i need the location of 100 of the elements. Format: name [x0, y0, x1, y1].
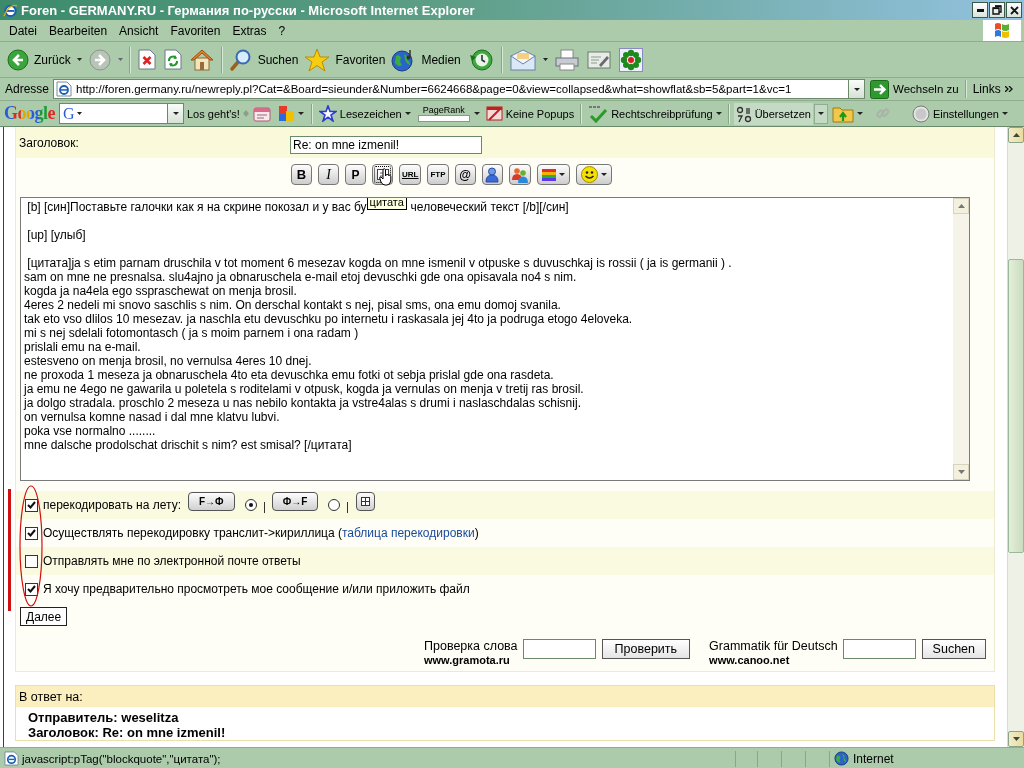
email-button[interactable]: @: [454, 164, 476, 185]
bookmarks-button[interactable]: Lesezeichen: [316, 102, 413, 125]
translate-dropdown-button[interactable]: [813, 103, 828, 124]
color-swatch-icon: [541, 168, 556, 181]
blocked-window-icon: [485, 105, 503, 122]
word-field[interactable]: [842, 639, 916, 659]
pagerank-label: PageRank: [422, 105, 465, 115]
edit-icon: [586, 49, 611, 70]
message-text: mne dalsche prodolschat drischit s nim? est smisal? [/цитата]: [24, 438, 352, 452]
restore-button[interactable]: [989, 2, 1005, 18]
check-button[interactable]: Suchen: [921, 639, 986, 659]
menu-item[interactable]: Extras: [226, 23, 273, 38]
option-label: Я хочу предварительно просмотреть мое сообщение и/или приложить файл: [43, 582, 470, 596]
table-button[interactable]: [356, 492, 376, 511]
search-engine-menu[interactable]: G: [60, 105, 75, 122]
spellcheck-button[interactable]: Rechtschreibprüfung: [586, 102, 724, 125]
menu-item[interactable]: Datei: [3, 23, 43, 38]
search-field[interactable]: G: [59, 103, 184, 124]
person-icon: [485, 166, 500, 183]
google-search-button[interactable]: Los geht's!: [185, 102, 242, 125]
menu-item[interactable]: ?: [272, 23, 292, 38]
scroll-thumb[interactable]: [1008, 259, 1024, 553]
convert-button[interactable]: Ф→F: [271, 492, 319, 511]
textarea-scrollbar[interactable]: [953, 198, 969, 480]
caret-icon: [817, 112, 824, 115]
back-button[interactable]: Zurück: [4, 44, 74, 75]
up-arrow-icon: [1012, 133, 1020, 137]
star-outline-icon: [318, 105, 337, 122]
checkbox[interactable]: [25, 554, 38, 568]
radio-button[interactable]: [328, 499, 341, 511]
message-text: on vernulsa komne nasad i dal mne klatvu lubvi.: [24, 410, 280, 424]
scroll-down-button[interactable]: [1008, 731, 1024, 747]
settings-button[interactable]: Einstellungen: [909, 102, 1010, 125]
message-text: tak eto vso dlilos 10 mesezav. ja naschla etu devuschku po internetu i raskasala jej 4to ja podruga etogo 4eloveka.: [24, 312, 633, 326]
translate-icon: [735, 104, 752, 123]
caret-icon: [473, 112, 480, 115]
popup-blocker-button[interactable]: Keine Popups: [483, 102, 577, 125]
hand-cursor-icon: [379, 168, 392, 186]
caret-icon: [542, 58, 548, 61]
site-address-text: www.canoo.net: [709, 653, 790, 667]
option-label: Осуществлять перекодировку транслит->кириллица (таблица перекодировки): [43, 526, 479, 540]
checkmark-icon: [27, 585, 36, 593]
convert-button[interactable]: F→Ф: [188, 492, 235, 511]
message-text: [цитата]ja s etim parnam druschila v tot moment 6 mesezav kogda on mne ismenil v otpuske s duvuschkaj is rossii ( ja is germanii ) .: [26, 256, 732, 270]
option-label: перекодировать на лету:: [43, 498, 181, 512]
option-label: Отправлять мне по электронной почте ответы: [43, 554, 301, 568]
menu-item[interactable]: Ansicht: [113, 23, 165, 38]
message-text: prislali emu na e-mail.: [24, 340, 141, 354]
google-logo: Google: [4, 103, 55, 124]
message-text: kogda ja na4ela ego sspraschewat on menja brosil.: [24, 284, 297, 298]
dropdown-button[interactable]: [167, 104, 183, 123]
globe-icon: [834, 751, 849, 766]
scroll-up-button[interactable]: [1008, 127, 1024, 143]
checkbox[interactable]: [25, 498, 38, 512]
go-button[interactable]: Wechseln zu: [868, 79, 961, 99]
scroll-up-button[interactable]: [953, 198, 969, 214]
message-text: человеческий текст [/b][/син]: [410, 200, 569, 214]
word-field[interactable]: [522, 639, 596, 659]
caret-icon: [404, 112, 411, 115]
menu-item[interactable]: Favoriten: [164, 23, 227, 38]
status-text: javascript:pTag("blockquote","цитата");: [22, 752, 221, 765]
down-arrow-icon: [1012, 737, 1020, 741]
sender-text: Отправитель: weselitza: [28, 710, 179, 725]
message-textarea[interactable]: [20, 197, 970, 481]
bold-button[interactable]: B: [291, 164, 312, 185]
subject-field[interactable]: Re: on mne izmenil!: [290, 136, 482, 154]
emoticon-button[interactable]: [575, 164, 612, 185]
message-text: mi s nej sdelali fotomontasch ( ja s moim parnem i ona radam ): [24, 326, 359, 340]
links-button[interactable]: Links: [970, 79, 1003, 99]
close-icon: [1009, 5, 1019, 15]
address-field[interactable]: http://foren.germany.ru/newreply.pl?Cat=&Board=sieunder&Number=6624668&page=0&view=collapsed&what=showflat&sb=5&part=1&vc=1: [53, 79, 866, 99]
close-button[interactable]: [1006, 2, 1022, 18]
translate-button[interactable]: Übersetzen: [733, 102, 813, 125]
search-button[interactable]: Suchen: [225, 44, 302, 75]
settings-icon: [911, 104, 930, 123]
ftp-button[interactable]: FTP: [427, 164, 449, 185]
media-button[interactable]: Medien: [388, 44, 464, 75]
users-button[interactable]: [508, 164, 531, 185]
link[interactable]: таблица перекодировки: [342, 526, 475, 540]
minimize-button[interactable]: [972, 2, 988, 18]
italic-button[interactable]: I: [318, 164, 339, 185]
plain-button[interactable]: P: [345, 164, 366, 185]
url-button[interactable]: URL: [399, 164, 422, 185]
page-scrollbar[interactable]: [1007, 127, 1024, 747]
message-text: sam on mne ne presnalsa. slu4ajno ja obnaruschela e-mail etoj devuschki gde ona opisavala no4 s nim.: [24, 270, 577, 284]
favorites-button[interactable]: Favoriten: [301, 44, 389, 75]
menu-item[interactable]: Bearbeiten: [43, 23, 114, 38]
dropdown-button[interactable]: [848, 80, 865, 98]
checkbox[interactable]: [25, 582, 38, 596]
radio-button[interactable]: [244, 499, 257, 511]
check-button[interactable]: Проверить: [601, 639, 691, 659]
message-text: 4eres 2 nedeli mi snovo saschlis s nim. On derschal kontakt s nej, pisal sms, ona emu domoj svanila.: [24, 298, 561, 312]
user-button[interactable]: [481, 164, 503, 185]
message-text: ja dolgo stradala. proschlo 2 meseza u nas nebilo kontakta ja vstre4alas s drumi i naslaschdalas schisnij.: [24, 396, 581, 410]
checkmark-icon: [588, 104, 609, 123]
checkbox[interactable]: [25, 526, 38, 540]
continue-button[interactable]: Далее: [20, 607, 68, 626]
color-picker-button[interactable]: [536, 164, 570, 185]
scroll-down-button[interactable]: [953, 464, 969, 480]
folder-icon: [831, 104, 854, 123]
